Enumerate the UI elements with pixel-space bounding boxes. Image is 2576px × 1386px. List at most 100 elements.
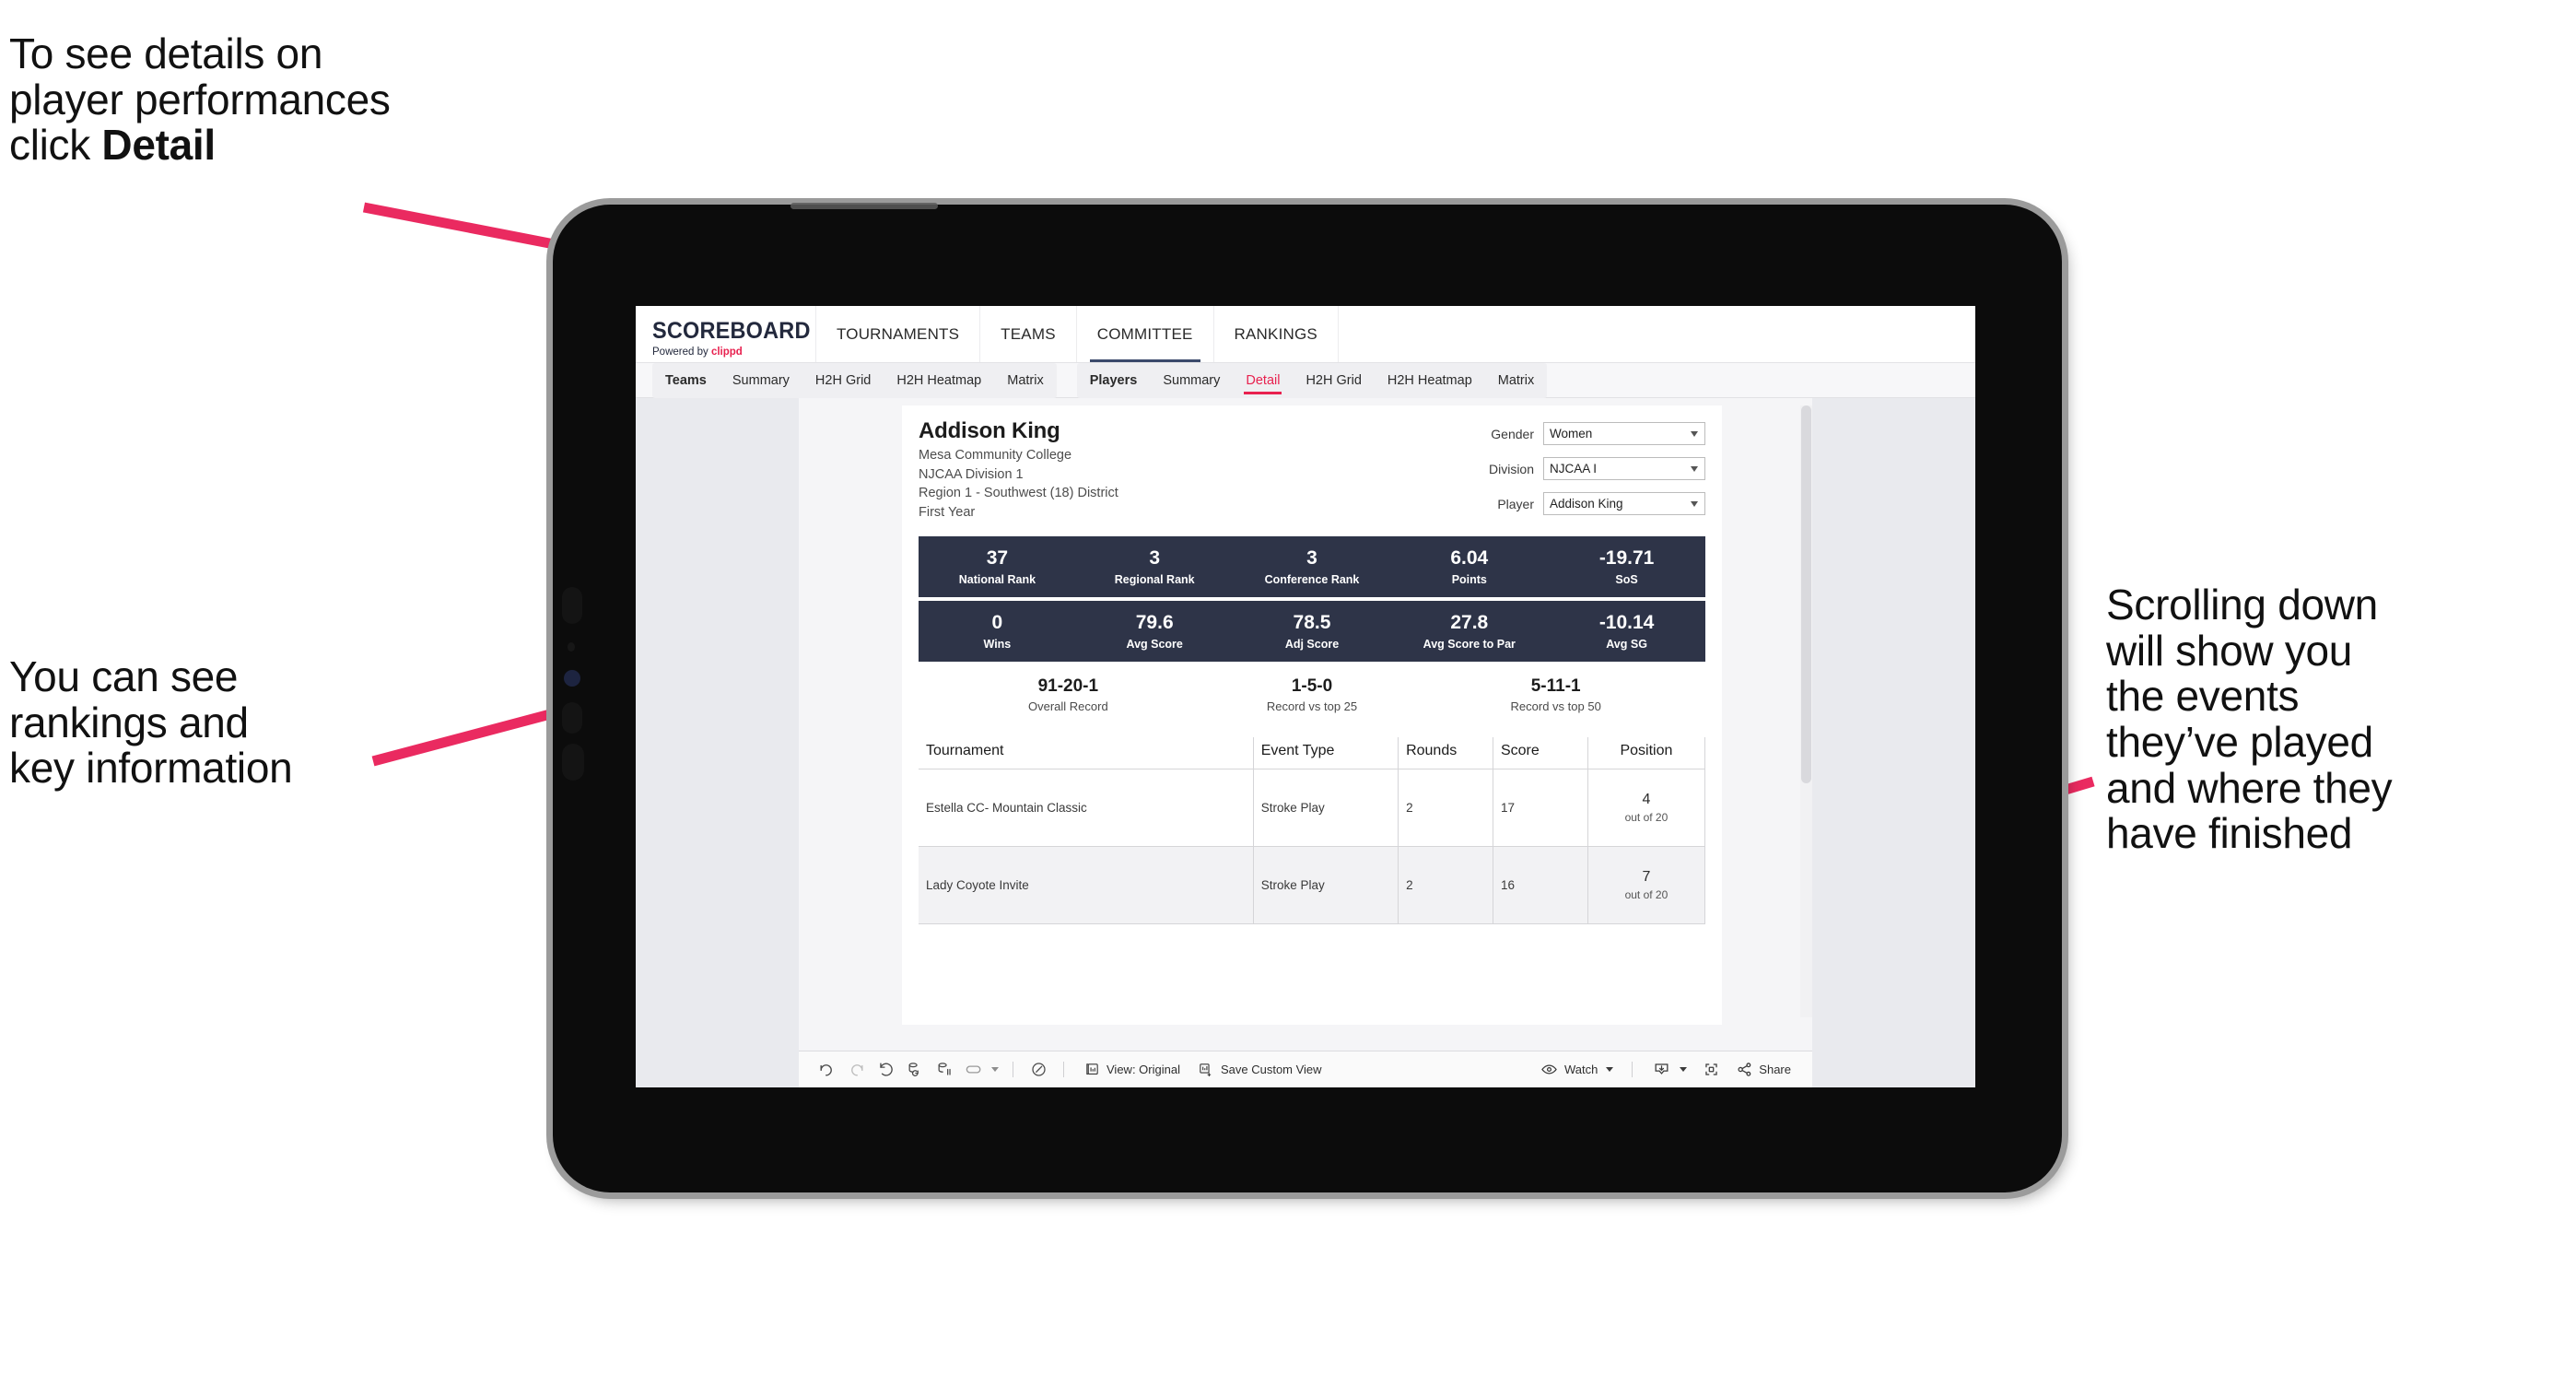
view-original-label: View: Original — [1107, 1063, 1180, 1076]
table-row[interactable]: Lady Coyote Invite Stroke Play 2 16 7 ou… — [919, 846, 1706, 924]
cell-tournament: Lady Coyote Invite — [919, 846, 1254, 924]
scrollbar-thumb[interactable] — [1801, 405, 1811, 783]
undo-icon[interactable] — [812, 1056, 841, 1084]
column-rounds[interactable]: Rounds — [1398, 737, 1493, 769]
pill-dropdown-caret-icon[interactable] — [991, 1067, 999, 1072]
stat-sos: -19.71 SoS — [1548, 547, 1705, 585]
filter-label-division: Division — [1488, 461, 1534, 476]
subnav-item-teams-matrix[interactable]: Matrix — [994, 363, 1056, 398]
stat-national-rank: 37 National Rank — [919, 547, 1076, 585]
annotation-scrolling: Scrolling down will show you the events … — [2106, 581, 2393, 858]
app-logo[interactable]: SCOREBOARD Powered by clippd — [636, 306, 816, 362]
player-region: Region 1 - Southwest (18) District — [919, 486, 1118, 501]
column-position[interactable]: Position — [1587, 737, 1706, 769]
nav-label: TOURNAMENTS — [837, 324, 960, 343]
save-custom-view-label: Save Custom View — [1220, 1063, 1322, 1076]
column-event-type[interactable]: Event Type — [1253, 737, 1399, 769]
column-score[interactable]: Score — [1493, 737, 1588, 769]
nav-label: TEAMS — [1001, 324, 1056, 343]
subnav-item-players-summary[interactable]: Summary — [1150, 363, 1233, 398]
annotation-rankings: You can see rankings and key information — [9, 652, 293, 793]
events-table-body: Estella CC- Mountain Classic Stroke Play… — [919, 769, 1706, 924]
share-button[interactable]: Share — [1727, 1056, 1799, 1084]
player-select-value: Addison King — [1550, 497, 1623, 511]
share-icon — [1735, 1056, 1753, 1084]
subnav-item-players-detail[interactable]: Detail — [1233, 363, 1293, 398]
player-detail-sheet: Addison King Mesa Community College NJCA… — [902, 405, 1722, 1025]
save-custom-view-button[interactable]: Save Custom View — [1188, 1056, 1330, 1084]
nav-item-tournaments[interactable]: TOURNAMENTS — [816, 306, 981, 362]
tablet-button-2[interactable] — [568, 642, 575, 652]
subnav-item-players-h2h-heatmap[interactable]: H2H Heatmap — [1375, 363, 1485, 398]
watch-button[interactable]: Watch — [1532, 1056, 1622, 1084]
nav-label: RANKINGS — [1234, 324, 1317, 343]
record-label: Overall Record — [1027, 699, 1108, 713]
stat-value: -19.71 — [1598, 547, 1655, 570]
player-school: Mesa Community College — [919, 448, 1072, 463]
tablet-button-4[interactable] — [562, 744, 584, 781]
nav-item-teams[interactable]: TEAMS — [980, 306, 1077, 362]
visualization-scroll-area[interactable]: Addison King Mesa Community College NJCA… — [799, 398, 1812, 1051]
table-header-row: Tournament Event Type Rounds Score Posit… — [919, 737, 1706, 769]
table-row[interactable]: Estella CC- Mountain Classic Stroke Play… — [919, 769, 1706, 847]
stat-label: Avg Score to Par — [1423, 637, 1516, 651]
gender-select-value: Women — [1550, 427, 1593, 440]
performance-icon[interactable] — [1024, 1056, 1053, 1084]
logo-powered-by: Powered by — [652, 346, 711, 358]
tablet-button-1[interactable] — [562, 587, 582, 624]
subnav-item-players-h2h-grid[interactable]: H2H Grid — [1293, 363, 1374, 398]
top-navigation-bar: SCOREBOARD Powered by clippd TOURNAMENTS… — [636, 306, 1975, 363]
download-icon — [1651, 1056, 1671, 1084]
player-year: First Year — [919, 504, 976, 520]
pill-shape-icon[interactable] — [959, 1056, 989, 1084]
logo-brand: clippd — [710, 346, 743, 358]
division-select-value: NJCAA I — [1550, 462, 1598, 476]
subnav-item-teams-h2h-grid[interactable]: H2H Grid — [802, 363, 884, 398]
column-tournament[interactable]: Tournament — [919, 737, 1254, 769]
download-button[interactable] — [1643, 1056, 1695, 1084]
record-vs-top-25: 1-5-0 Record vs top 25 — [1190, 676, 1434, 713]
position-value: 7 — [1642, 869, 1651, 885]
player-meta: Mesa Community College NJCAA Division 1 … — [919, 446, 1118, 522]
division-select[interactable]: NJCAA I — [1543, 457, 1705, 480]
position-value: 4 — [1642, 792, 1651, 807]
gender-select[interactable]: Women — [1543, 422, 1705, 445]
stat-value: 3 — [1306, 547, 1317, 570]
stat-label: Points — [1451, 572, 1487, 586]
revert-icon[interactable] — [871, 1056, 900, 1084]
visualization-card: Addison King Mesa Community College NJCA… — [799, 398, 1812, 1087]
nav-item-committee[interactable]: COMMITTEE — [1077, 306, 1214, 362]
player-select[interactable]: Addison King — [1543, 492, 1705, 515]
nav-item-rankings[interactable]: RANKINGS — [1214, 306, 1339, 362]
stat-value: 0 — [991, 612, 1003, 634]
redo-icon[interactable] — [841, 1056, 871, 1084]
download-caret-icon — [1680, 1067, 1688, 1072]
record-value: 5-11-1 — [1530, 676, 1581, 696]
vertical-scrollbar[interactable] — [1800, 405, 1812, 1017]
subnav-item-teams[interactable]: Teams — [652, 363, 720, 398]
toolbar-divider — [1632, 1062, 1633, 1077]
stat-label: Avg SG — [1606, 637, 1647, 651]
fullscreen-icon[interactable] — [1695, 1056, 1727, 1084]
pause-data-icon[interactable] — [930, 1056, 959, 1084]
save-view-icon — [1197, 1056, 1215, 1084]
records-row: 91-20-1 Overall Record 1-5-0 Record vs t… — [919, 676, 1705, 713]
view-original-button[interactable]: View: Original — [1074, 1056, 1188, 1084]
view-icon — [1083, 1056, 1101, 1084]
stat-value: 78.5 — [1293, 612, 1331, 634]
record-vs-top-50: 5-11-1 Record vs top 50 — [1434, 676, 1678, 713]
refresh-data-icon[interactable] — [900, 1056, 930, 1084]
tablet-button-3[interactable] — [562, 702, 582, 734]
stat-adj-score: 78.5 Adj Score — [1234, 612, 1391, 650]
subnav-item-teams-h2h-heatmap[interactable]: H2H Heatmap — [884, 363, 994, 398]
subnav-group-teams: Teams Summary H2H Grid H2H Heatmap Matri… — [652, 362, 1057, 398]
subnav-item-players-matrix[interactable]: Matrix — [1485, 363, 1547, 398]
subnav-item-teams-summary[interactable]: Summary — [720, 363, 802, 398]
watch-caret-icon — [1606, 1067, 1614, 1072]
position-out-of: out of 20 — [1624, 811, 1669, 824]
stat-regional-rank: 3 Regional Rank — [1076, 547, 1234, 585]
subnav-item-players[interactable]: Players — [1077, 363, 1151, 398]
annotation-detail-bold: Detail — [101, 121, 216, 170]
position-out-of: out of 20 — [1624, 888, 1669, 901]
